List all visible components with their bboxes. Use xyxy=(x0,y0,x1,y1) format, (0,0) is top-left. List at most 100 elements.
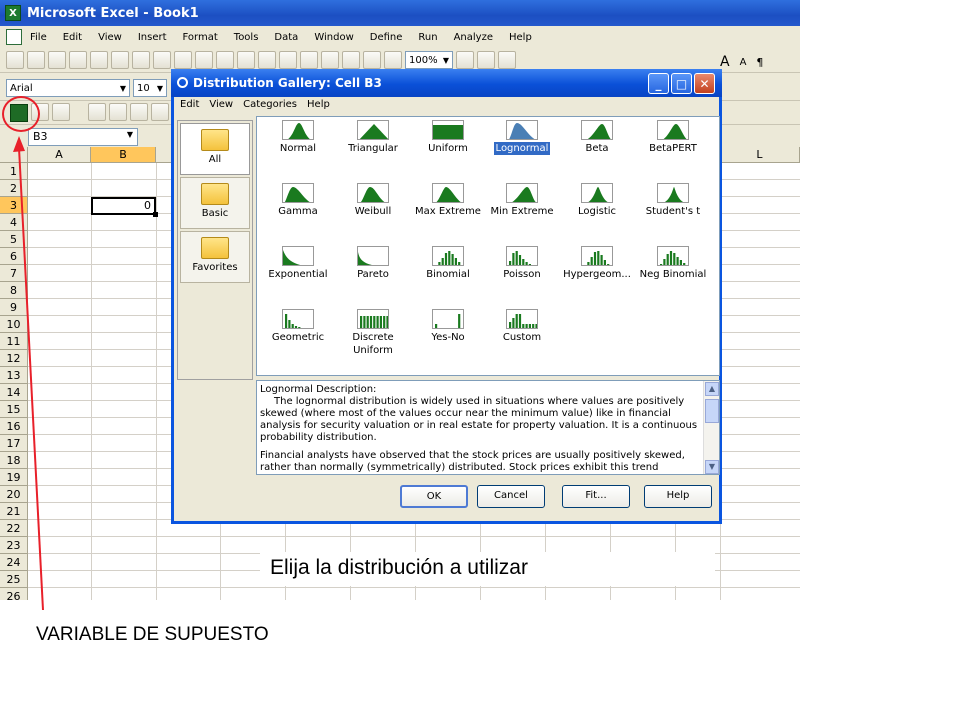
discrete-uniform-thumbnail-icon xyxy=(357,309,389,329)
distribution-betapert[interactable]: BetaPERT xyxy=(634,117,712,177)
category-all[interactable]: All xyxy=(180,123,250,175)
exponential-thumbnail-icon xyxy=(282,246,314,266)
triangular-thumbnail-icon xyxy=(357,120,389,140)
dialog-title: Distribution Gallery: Cell B3 xyxy=(193,76,382,90)
logistic-thumbnail-icon xyxy=(581,183,613,203)
yes-no-thumbnail-icon xyxy=(432,309,464,329)
description-heading: Lognormal Description: xyxy=(260,384,377,395)
distribution-label: Max Extreme xyxy=(415,206,481,217)
student-s-t-thumbnail-icon xyxy=(657,183,689,203)
category-basic[interactable]: Basic xyxy=(180,177,250,229)
distribution-lognormal[interactable]: Lognormal xyxy=(483,117,561,177)
description-paragraph-2: Financial analysts have observed that th… xyxy=(260,450,685,473)
distribution-weibull[interactable]: Weibull xyxy=(334,180,412,240)
distribution-label: Custom xyxy=(502,332,542,343)
distribution-yes-no[interactable]: Yes-No xyxy=(409,306,487,366)
distribution-label: Lognormal xyxy=(493,142,551,155)
distribution-label: Poisson xyxy=(503,269,541,280)
description-scrollbar[interactable]: ▲ ▼ xyxy=(703,381,719,474)
distribution-label: Gamma xyxy=(278,206,318,217)
betapert-thumbnail-icon xyxy=(657,120,689,140)
dialog-menu-edit[interactable]: Edit xyxy=(180,99,199,110)
category-favorites[interactable]: Favorites xyxy=(180,231,250,283)
distribution-geometric[interactable]: Geometric xyxy=(259,306,337,366)
distribution-label: Binomial xyxy=(426,269,470,280)
distribution-label: Neg Binomial xyxy=(639,269,707,280)
uniform-thumbnail-icon xyxy=(432,120,464,140)
maximize-button[interactable]: □ xyxy=(671,73,692,94)
scroll-down-icon[interactable]: ▼ xyxy=(705,460,719,474)
binomial-thumbnail-icon xyxy=(432,246,464,266)
distribution-discrete-uniform[interactable]: Discrete Uniform xyxy=(334,306,412,366)
min-extreme-thumbnail-icon xyxy=(506,183,538,203)
distribution-uniform[interactable]: Uniform xyxy=(409,117,487,177)
dialog-menu-help[interactable]: Help xyxy=(307,99,330,110)
distribution-custom[interactable]: Custom xyxy=(483,306,561,366)
max-extreme-thumbnail-icon xyxy=(432,183,464,203)
help-button[interactable]: Help xyxy=(644,485,712,508)
distribution-label: Yes-No xyxy=(431,332,465,343)
distribution-binomial[interactable]: Binomial xyxy=(409,243,487,303)
distribution-label: Logistic xyxy=(577,206,617,217)
dialog-menu-categories[interactable]: Categories xyxy=(243,99,297,110)
distribution-label: BetaPERT xyxy=(649,143,697,154)
distribution-min-extreme[interactable]: Min Extreme xyxy=(483,180,561,240)
hypergeom-thumbnail-icon xyxy=(581,246,613,266)
ok-button[interactable]: OK xyxy=(400,485,468,508)
variable-caption: VARIABLE DE SUPUESTO xyxy=(36,624,269,645)
distribution-hypergeom[interactable]: Hypergeom... xyxy=(558,243,636,303)
dialog-title-bar: Distribution Gallery: Cell B3 _ □ ✕ xyxy=(171,69,722,97)
crystal-ball-icon xyxy=(177,77,188,88)
distribution-neg-binomial[interactable]: Neg Binomial xyxy=(634,243,712,303)
distribution-exponential[interactable]: Exponential xyxy=(259,243,337,303)
distribution-student-s-t[interactable]: Student's t xyxy=(634,180,712,240)
folder-icon xyxy=(201,129,229,151)
dialog-menu-bar: Edit View Categories Help xyxy=(180,99,330,110)
distribution-label: Beta xyxy=(585,143,609,154)
normal-thumbnail-icon xyxy=(282,120,314,140)
distribution-label: Triangular xyxy=(348,143,398,154)
dialog-menu-view[interactable]: View xyxy=(209,99,233,110)
fit-button[interactable]: Fit... xyxy=(562,485,630,508)
choose-distribution-caption: Elija la distribución a utilizar xyxy=(260,552,715,586)
neg-binomial-thumbnail-icon xyxy=(657,246,689,266)
distribution-label: Uniform xyxy=(428,143,468,154)
distribution-label: Normal xyxy=(279,143,317,154)
scroll-up-icon[interactable]: ▲ xyxy=(705,382,719,396)
beta-thumbnail-icon xyxy=(581,120,613,140)
pareto-thumbnail-icon xyxy=(357,246,389,266)
distribution-label: Min Extreme xyxy=(490,206,554,217)
custom-thumbnail-icon xyxy=(506,309,538,329)
description-box: Lognormal Description: The lognormal dis… xyxy=(256,380,720,475)
distribution-label: Pareto xyxy=(357,269,389,280)
distribution-triangular[interactable]: Triangular xyxy=(334,117,412,177)
gamma-thumbnail-icon xyxy=(282,183,314,203)
distribution-label: Student's t xyxy=(645,206,701,217)
category-pane: All Basic Favorites xyxy=(177,120,253,380)
distribution-label: Weibull xyxy=(354,206,392,217)
scroll-thumb[interactable] xyxy=(705,399,719,423)
lognormal-thumbnail-icon xyxy=(506,120,538,140)
geometric-thumbnail-icon xyxy=(282,309,314,329)
folder-star-icon xyxy=(201,237,229,259)
distribution-pareto[interactable]: Pareto xyxy=(334,243,412,303)
distribution-gallery-dialog: Distribution Gallery: Cell B3 _ □ ✕ Edit… xyxy=(171,69,722,524)
poisson-thumbnail-icon xyxy=(506,246,538,266)
cancel-button[interactable]: Cancel xyxy=(477,485,545,508)
distribution-label: Discrete Uniform xyxy=(352,332,394,356)
distribution-normal[interactable]: Normal xyxy=(259,117,337,177)
weibull-thumbnail-icon xyxy=(357,183,389,203)
description-paragraph-1: The lognormal distribution is widely use… xyxy=(260,396,698,443)
minimize-button[interactable]: _ xyxy=(648,73,669,94)
close-button[interactable]: ✕ xyxy=(694,73,715,94)
distribution-max-extreme[interactable]: Max Extreme xyxy=(409,180,487,240)
distribution-label: Hypergeom... xyxy=(563,269,631,280)
folder-icon xyxy=(201,183,229,205)
distribution-label: Geometric xyxy=(271,332,325,343)
distribution-label: Exponential xyxy=(268,269,328,280)
distribution-poisson[interactable]: Poisson xyxy=(483,243,561,303)
distribution-gallery: Normal Triangular Uniform Lognormal Beta Beta… xyxy=(256,116,720,376)
distribution-logistic[interactable]: Logistic xyxy=(558,180,636,240)
distribution-gamma[interactable]: Gamma xyxy=(259,180,337,240)
distribution-beta[interactable]: Beta xyxy=(558,117,636,177)
